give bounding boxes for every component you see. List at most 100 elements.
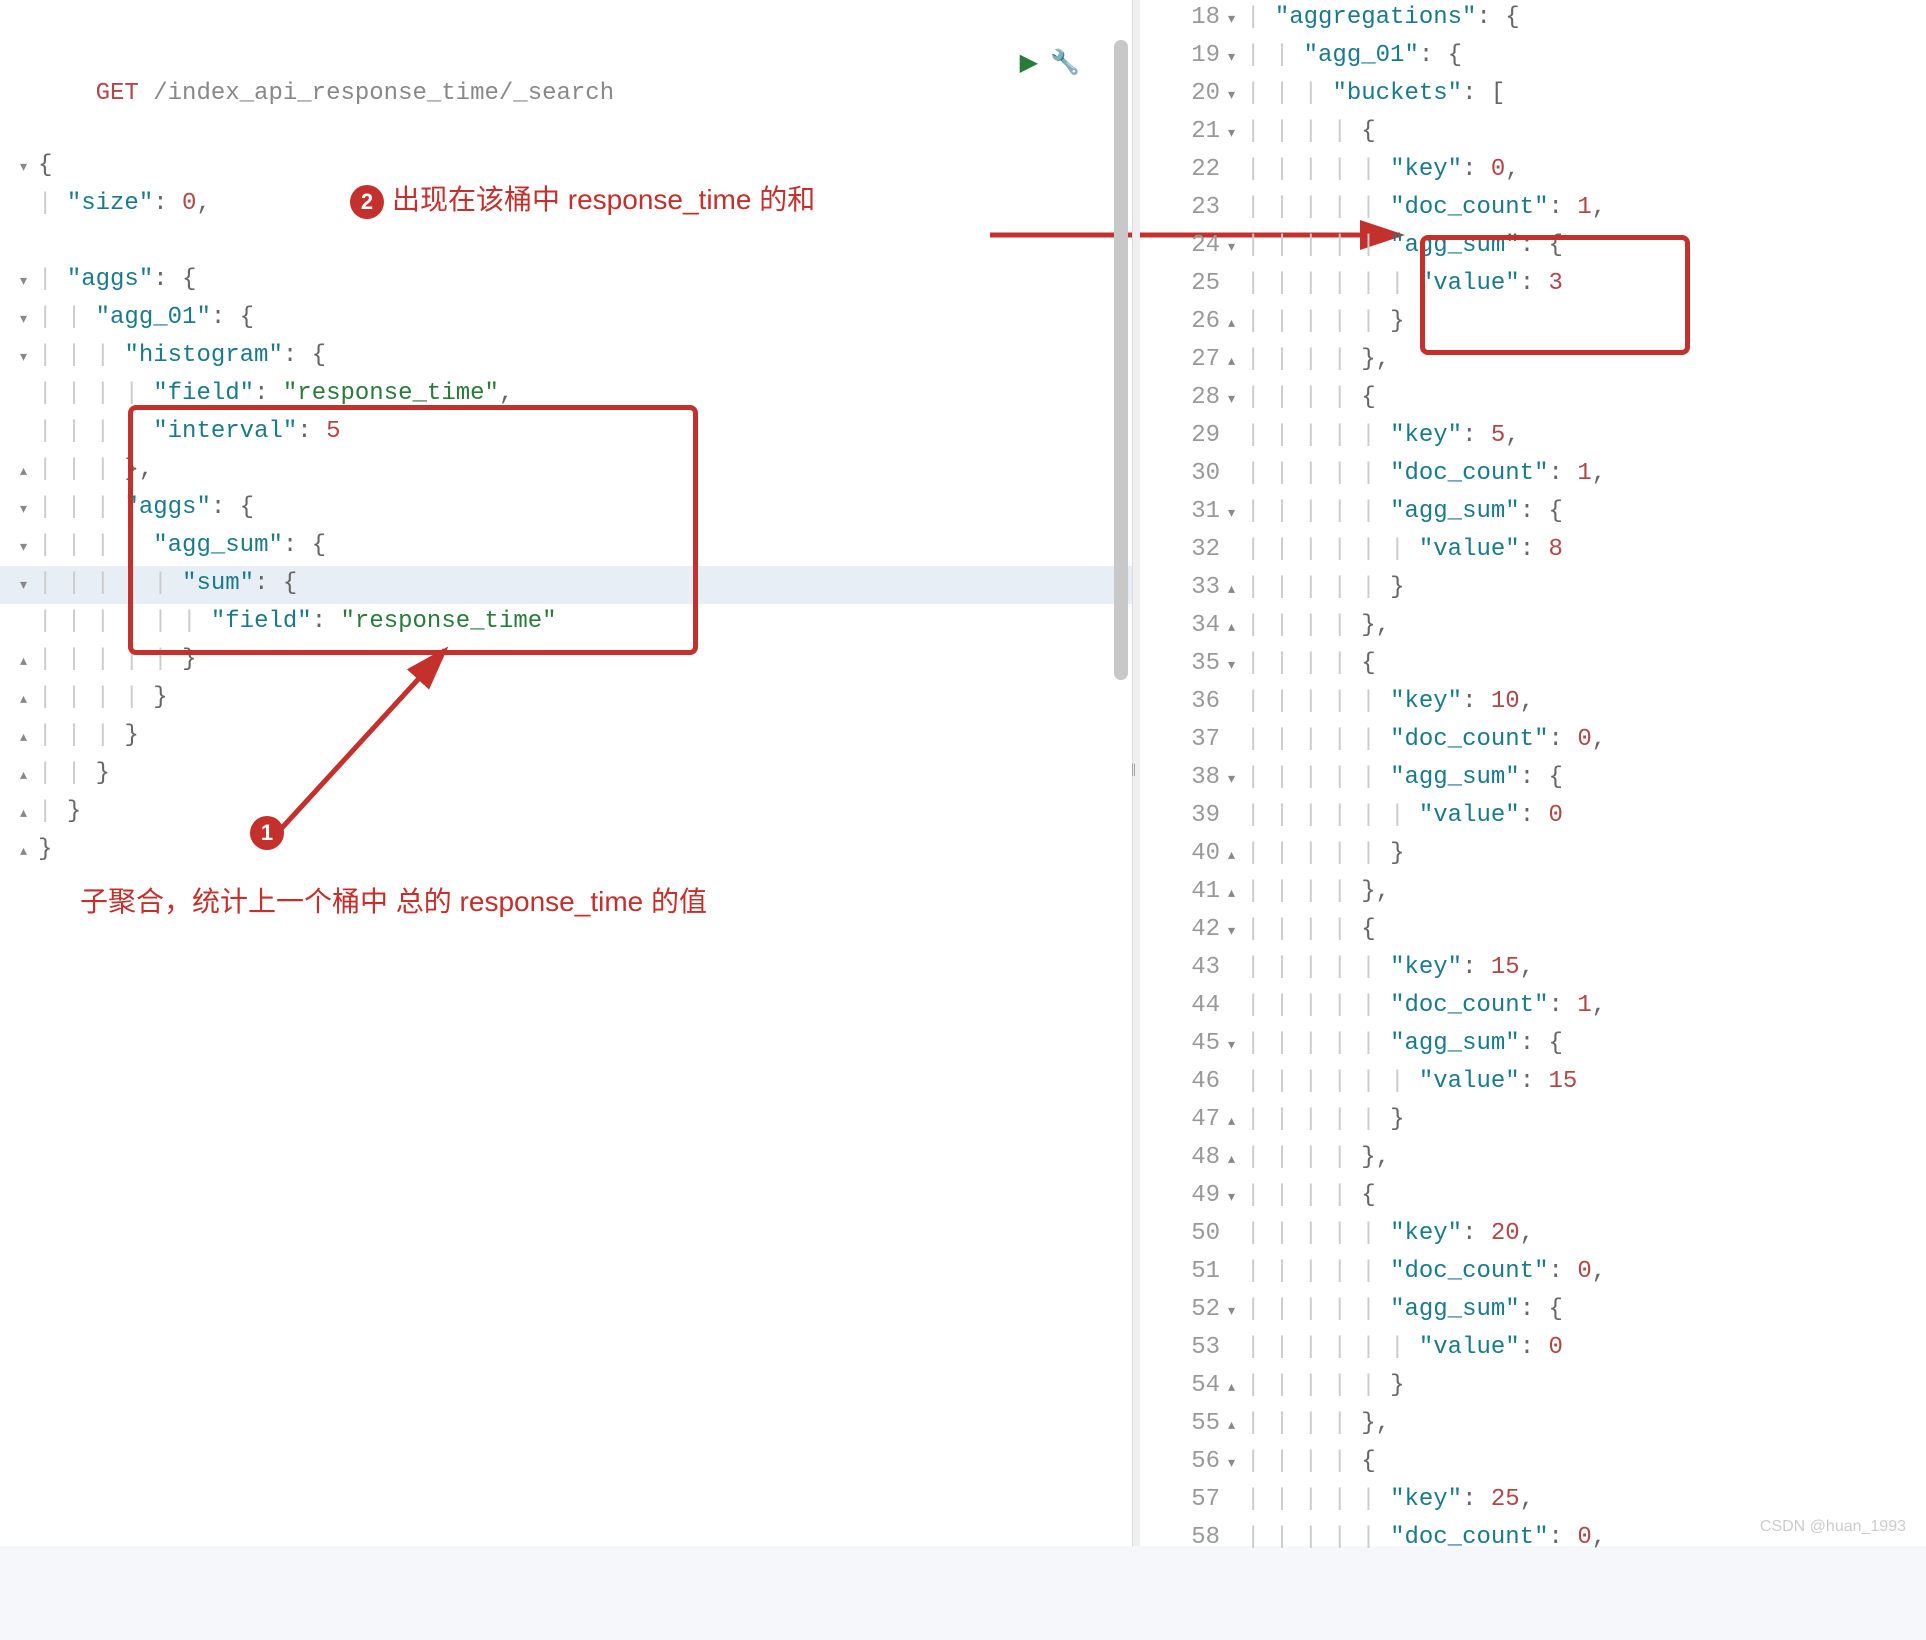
code-line[interactable]: 52▾| | | | | "agg_sum": { bbox=[1150, 1292, 1926, 1330]
code-line[interactable]: 28▾| | | | { bbox=[1150, 380, 1926, 418]
code-line[interactable]: 35▾| | | | { bbox=[1150, 646, 1926, 684]
code-line[interactable]: 33▴| | | | | } bbox=[1150, 570, 1926, 608]
code-line[interactable]: 46 | | | | | | "value": 15 bbox=[1150, 1064, 1926, 1102]
fold-icon[interactable]: ▾ bbox=[1228, 382, 1246, 418]
fold-icon[interactable]: ▾ bbox=[1228, 1446, 1246, 1482]
fold-icon[interactable]: ▾ bbox=[1228, 2, 1246, 38]
code-line[interactable]: ▴| | | }, bbox=[0, 452, 1140, 490]
fold-icon[interactable] bbox=[1228, 952, 1246, 988]
fold-icon[interactable] bbox=[1228, 420, 1246, 456]
code-line[interactable]: ▾| | | "histogram": { bbox=[0, 338, 1140, 376]
code-line[interactable]: 19▾| | "agg_01": { bbox=[1150, 38, 1926, 76]
code-line[interactable]: 27▴| | | | }, bbox=[1150, 342, 1926, 380]
fold-icon[interactable]: ▴ bbox=[1228, 610, 1246, 646]
fold-icon[interactable]: ▾ bbox=[1228, 116, 1246, 152]
fold-icon[interactable]: ▴ bbox=[1228, 306, 1246, 342]
fold-icon[interactable] bbox=[20, 416, 38, 452]
code-line[interactable] bbox=[0, 224, 1140, 262]
code-line[interactable]: 57 | | | | | "key": 25, bbox=[1150, 1482, 1926, 1520]
fold-icon[interactable]: ▾ bbox=[1228, 496, 1246, 532]
fold-icon[interactable]: ▾ bbox=[1228, 1028, 1246, 1064]
code-line[interactable]: 48▴| | | | }, bbox=[1150, 1140, 1926, 1178]
code-line[interactable]: 34▴| | | | }, bbox=[1150, 608, 1926, 646]
fold-icon[interactable]: ▴ bbox=[20, 682, 38, 718]
fold-icon[interactable]: ▾ bbox=[1228, 40, 1246, 76]
code-line[interactable]: 26▴| | | | | } bbox=[1150, 304, 1926, 342]
response-panel[interactable]: 18▾| "aggregations": {19▾| | "agg_01": {… bbox=[1140, 0, 1926, 1546]
code-line[interactable]: 20▾| | | "buckets": [ bbox=[1150, 76, 1926, 114]
code-line[interactable]: 29 | | | | | "key": 5, bbox=[1150, 418, 1926, 456]
code-line[interactable]: ▴} bbox=[0, 832, 1140, 870]
code-line[interactable]: 38▾| | | | | "agg_sum": { bbox=[1150, 760, 1926, 798]
fold-icon[interactable]: ▴ bbox=[20, 796, 38, 832]
scrollbar-thumb[interactable] bbox=[1114, 40, 1128, 680]
fold-icon[interactable]: ▴ bbox=[1228, 1370, 1246, 1406]
fold-icon[interactable]: ▾ bbox=[1228, 914, 1246, 950]
code-line[interactable]: 50 | | | | | "key": 20, bbox=[1150, 1216, 1926, 1254]
fold-icon[interactable]: ▴ bbox=[1228, 1104, 1246, 1140]
fold-icon[interactable]: ▴ bbox=[1228, 1142, 1246, 1178]
left-scrollbar[interactable] bbox=[1114, 40, 1128, 1060]
fold-icon[interactable]: ▴ bbox=[20, 720, 38, 756]
fold-icon[interactable]: ▴ bbox=[20, 644, 38, 680]
code-line[interactable]: ▾| "aggs": { bbox=[0, 262, 1140, 300]
fold-icon[interactable]: ▾ bbox=[1228, 762, 1246, 798]
fold-icon[interactable] bbox=[1228, 990, 1246, 1026]
fold-icon[interactable] bbox=[1228, 192, 1246, 228]
code-line[interactable]: 42▾| | | | { bbox=[1150, 912, 1926, 950]
fold-icon[interactable]: ▾ bbox=[20, 492, 38, 528]
code-line[interactable]: 44 | | | | | "doc_count": 1, bbox=[1150, 988, 1926, 1026]
code-line[interactable]: 49▾| | | | { bbox=[1150, 1178, 1926, 1216]
code-line[interactable]: 31▾| | | | | "agg_sum": { bbox=[1150, 494, 1926, 532]
code-line[interactable]: 39 | | | | | | "value": 0 bbox=[1150, 798, 1926, 836]
code-line[interactable]: 41▴| | | | }, bbox=[1150, 874, 1926, 912]
fold-icon[interactable]: ▾ bbox=[20, 340, 38, 376]
code-line[interactable]: 55▴| | | | }, bbox=[1150, 1406, 1926, 1444]
fold-icon[interactable] bbox=[1228, 800, 1246, 836]
code-line[interactable]: 51 | | | | | "doc_count": 0, bbox=[1150, 1254, 1926, 1292]
fold-icon[interactable]: ▾ bbox=[20, 568, 38, 604]
panel-divider[interactable]: ‖ bbox=[1132, 0, 1140, 1546]
request-line[interactable]: GET /index_api_response_time/_search bbox=[0, 40, 1140, 148]
code-line[interactable]: ▾| | "agg_01": { bbox=[0, 300, 1140, 338]
fold-icon[interactable] bbox=[1228, 1484, 1246, 1520]
fold-icon[interactable] bbox=[1228, 1332, 1246, 1368]
code-line[interactable]: 45▾| | | | | "agg_sum": { bbox=[1150, 1026, 1926, 1064]
fold-icon[interactable]: ▾ bbox=[20, 302, 38, 338]
fold-icon[interactable] bbox=[20, 606, 38, 642]
fold-icon[interactable]: ▴ bbox=[20, 758, 38, 794]
code-line[interactable]: 23 | | | | | "doc_count": 1, bbox=[1150, 190, 1926, 228]
fold-icon[interactable] bbox=[1228, 154, 1246, 190]
request-editor-panel[interactable]: ▶ 🔧 GET /index_api_response_time/_search… bbox=[0, 0, 1140, 1546]
code-line[interactable]: ▴| | | | } bbox=[0, 680, 1140, 718]
code-line[interactable]: ▴| | | } bbox=[0, 718, 1140, 756]
fold-icon[interactable] bbox=[1228, 1218, 1246, 1254]
fold-icon[interactable]: ▾ bbox=[1228, 78, 1246, 114]
code-line[interactable]: 54▴| | | | | } bbox=[1150, 1368, 1926, 1406]
fold-icon[interactable] bbox=[1228, 534, 1246, 570]
fold-icon[interactable]: ▴ bbox=[20, 834, 38, 870]
fold-icon[interactable] bbox=[1228, 1256, 1246, 1292]
code-line[interactable]: ▴| | | | | } bbox=[0, 642, 1140, 680]
code-line[interactable]: 47▴| | | | | } bbox=[1150, 1102, 1926, 1140]
fold-icon[interactable]: ▴ bbox=[1228, 876, 1246, 912]
code-line[interactable]: ▾| | | | "agg_sum": { bbox=[0, 528, 1140, 566]
fold-icon[interactable]: ▾ bbox=[1228, 1180, 1246, 1216]
fold-icon[interactable]: ▴ bbox=[1228, 572, 1246, 608]
code-line[interactable]: ▴| } bbox=[0, 794, 1140, 832]
code-line[interactable]: 22 | | | | | "key": 0, bbox=[1150, 152, 1926, 190]
code-line[interactable]: 36 | | | | | "key": 10, bbox=[1150, 684, 1926, 722]
code-line[interactable]: ▴| | } bbox=[0, 756, 1140, 794]
fold-icon[interactable] bbox=[20, 378, 38, 414]
code-line[interactable]: | | | | "interval": 5 bbox=[0, 414, 1140, 452]
fold-icon[interactable] bbox=[1228, 1066, 1246, 1102]
fold-icon[interactable] bbox=[1228, 268, 1246, 304]
fold-icon[interactable]: ▴ bbox=[1228, 838, 1246, 874]
code-line[interactable]: 53 | | | | | | "value": 0 bbox=[1150, 1330, 1926, 1368]
fold-icon[interactable] bbox=[1228, 458, 1246, 494]
code-line[interactable]: 56▾| | | | { bbox=[1150, 1444, 1926, 1482]
response-body-viewer[interactable]: 18▾| "aggregations": {19▾| | "agg_01": {… bbox=[1150, 0, 1926, 1558]
code-line[interactable]: 32 | | | | | | "value": 8 bbox=[1150, 532, 1926, 570]
fold-icon[interactable] bbox=[1228, 1522, 1246, 1558]
fold-icon[interactable]: ▾ bbox=[1228, 648, 1246, 684]
